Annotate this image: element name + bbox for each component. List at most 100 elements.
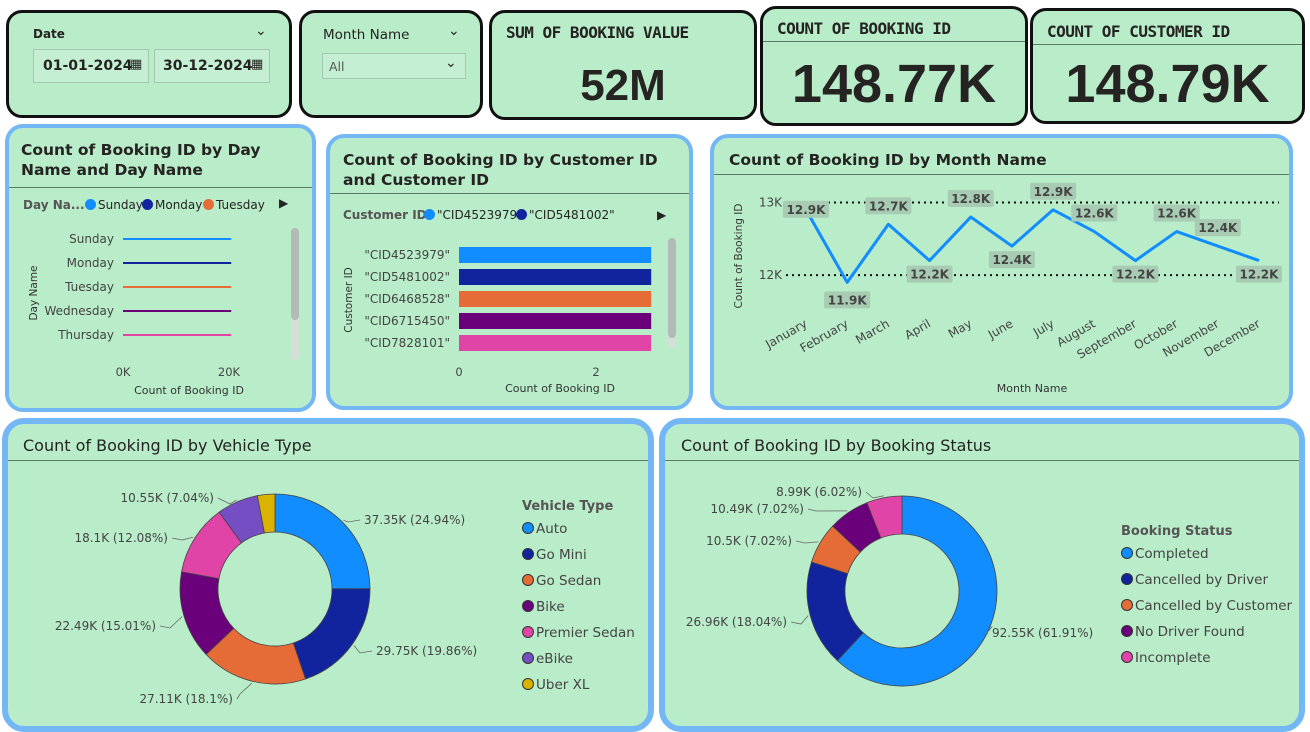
data-label: 12.9K <box>1034 185 1074 199</box>
date-slicer[interactable]: Date ⌄ 01-01-2024 ▦ 30-12-2024 ▦ <box>6 10 292 118</box>
chevron-down-icon[interactable]: ⌄ <box>255 23 267 39</box>
slice-label: 27.11K (18.1%) <box>139 692 233 706</box>
calendar-icon[interactable]: ▦ <box>130 57 142 72</box>
y-axis-title: Customer ID <box>343 267 355 333</box>
legend-dot-icon <box>522 626 534 638</box>
data-label: 12.7K <box>869 199 909 213</box>
y-axis-title: Count of Booking ID <box>733 204 745 309</box>
category-label: Sunday <box>69 232 114 246</box>
customer-id-chart: Count of Booking ID by Customer ID and C… <box>326 134 693 410</box>
bar-customer <box>459 247 652 263</box>
slice-label: 10.49K (7.02%) <box>710 502 804 516</box>
data-label: 12.2K <box>1240 268 1280 282</box>
x-axis-title: Count of Booking ID <box>505 382 615 395</box>
kpi-value: 148.79K <box>1065 54 1270 114</box>
legend-label: Bike <box>536 599 565 615</box>
slice-label: 92.55K (61.91%) <box>992 626 1093 640</box>
legend-dot-icon <box>1121 547 1133 559</box>
data-label: 12.2K <box>1116 268 1156 282</box>
leader-line <box>159 616 183 629</box>
x-tick-label: May <box>946 316 974 341</box>
y-axis-title: Day Name <box>28 265 40 320</box>
bar-customer <box>459 335 652 351</box>
leader-line <box>236 682 253 700</box>
legend-dot-icon <box>1121 651 1133 663</box>
leader-line <box>807 508 848 512</box>
leader-line <box>343 519 361 523</box>
legend-label: Cancelled by Driver <box>1135 572 1268 588</box>
kpi-value: 52M <box>580 61 666 110</box>
category-label: Thursday <box>57 328 114 342</box>
day-name-bars: Sunday Monday Tuesday Wednesday Thursday 0K 20… <box>28 232 244 397</box>
data-label: 12.4K <box>992 253 1032 267</box>
kpi-divider <box>763 41 1025 42</box>
legend-dot-icon <box>1121 599 1133 611</box>
legend-title: Booking Status <box>1121 524 1233 539</box>
x-tick-label: March <box>853 316 892 346</box>
end-date-value: 30-12-2024 <box>163 58 253 74</box>
slice-label: 10.5K (7.02%) <box>706 534 792 548</box>
category-label: "CID6715450" <box>364 314 450 328</box>
bar-customer <box>459 313 652 329</box>
month-select-value: All <box>329 59 345 74</box>
slice-label: 8.99K (6.02%) <box>776 485 862 499</box>
data-label: 12.9K <box>787 203 827 217</box>
category-label: "CID7828101" <box>364 336 450 350</box>
legend-title: Vehicle Type <box>522 499 613 514</box>
tick-label: 20K <box>218 365 241 379</box>
data-label: 12.4K <box>1198 221 1238 235</box>
bar-customer <box>459 291 652 307</box>
tick-label: 0 <box>455 365 462 379</box>
day-name-chart: Count of Booking ID by Day Name and Day … <box>5 124 316 412</box>
kpi-booking-count: COUNT OF BOOKING ID 148.77K <box>760 6 1028 126</box>
legend-label: No Driver Found <box>1135 624 1245 640</box>
leader-line <box>171 536 194 541</box>
leader-line <box>353 645 373 654</box>
kpi-title: COUNT OF BOOKING ID <box>777 19 951 38</box>
legend-dot-icon <box>1121 573 1133 585</box>
data-label: 12.6K <box>1157 207 1197 221</box>
month-chart: Count of Booking ID by Month Name 13K 12K… <box>710 134 1293 410</box>
month-slicer[interactable]: Month Name ⌄ All ⌄ <box>299 10 483 118</box>
slice-label: 22.49K (15.01%) <box>55 619 156 633</box>
legend-label: Go Sedan <box>536 573 601 589</box>
chevron-down-icon[interactable]: ⌄ <box>448 23 460 39</box>
category-label: "CID5481002" <box>364 270 450 284</box>
x-axis-title: Count of Booking ID <box>134 384 244 397</box>
kpi-booking-value: SUM OF BOOKING VALUE 52M <box>489 10 757 120</box>
x-tick-label: June <box>985 316 1016 342</box>
chevron-down-icon[interactable]: ⌄ <box>445 55 457 71</box>
slice-label: 10.55K (7.04%) <box>120 491 214 505</box>
data-label: 11.9K <box>828 293 868 307</box>
data-label: 12.2K <box>910 268 950 282</box>
end-date-input[interactable]: 30-12-2024 ▦ <box>154 49 270 83</box>
category-label: Wednesday <box>45 304 114 318</box>
slice-label: 18.1K (12.08%) <box>74 531 168 545</box>
y-tick-label: 12K <box>759 268 783 282</box>
month-slicer-label: Month Name <box>323 27 410 43</box>
legend-label: Uber XL <box>536 677 590 693</box>
slice-auto <box>274 493 371 590</box>
slice-label: 29.75K (19.86%) <box>376 644 477 658</box>
kpi-title: COUNT OF CUSTOMER ID <box>1047 22 1230 41</box>
y-tick-label: 13K <box>759 196 783 210</box>
legend-label: Completed <box>1135 546 1209 562</box>
customer-id-bars: "CID4523979" "CID5481002" "CID6468528" "CID… <box>343 247 652 395</box>
month-line: 13K12K12.9KJanuary11.9KFebruary12.7KMarc… <box>733 182 1282 395</box>
kpi-value: 148.77K <box>791 54 997 114</box>
category-label: Tuesday <box>64 280 114 294</box>
calendar-icon[interactable]: ▦ <box>251 57 263 72</box>
start-date-value: 01-01-2024 <box>43 58 133 74</box>
month-select[interactable]: All ⌄ <box>322 53 466 79</box>
start-date-input[interactable]: 01-01-2024 ▦ <box>33 49 149 83</box>
category-label: "CID4523979" <box>364 248 450 262</box>
legend-label: eBike <box>536 651 573 667</box>
booking-status-donut: 92.55K (61.91%) 26.96K (18.04%) 10.5K (7.0… <box>686 485 1293 687</box>
data-label: 12.6K <box>1075 207 1115 221</box>
legend-dot-icon <box>522 522 534 534</box>
legend-dot-icon <box>522 652 534 664</box>
legend-label: Cancelled by Customer <box>1135 598 1293 614</box>
kpi-customer-count: COUNT OF CUSTOMER ID 148.79K <box>1030 8 1305 124</box>
legend-label: Go Mini <box>536 547 587 563</box>
leader-line <box>790 615 809 625</box>
